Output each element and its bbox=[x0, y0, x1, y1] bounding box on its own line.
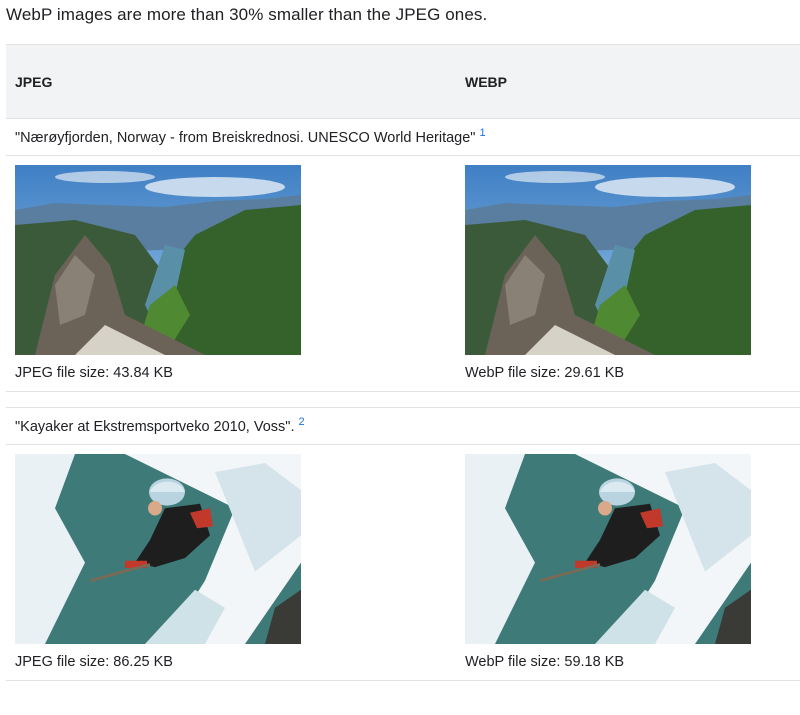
webp-file-size: WebP file size: 59.18 KB bbox=[465, 654, 625, 670]
webp-file-size: WebP file size: 29.61 KB bbox=[465, 365, 625, 381]
footnote-link[interactable]: 1 bbox=[479, 127, 485, 139]
intro-text: WebP images are more than 30% smaller th… bbox=[6, 5, 488, 24]
table-row: JPEG file size: 86.25 KB WebP file size:… bbox=[6, 444, 800, 681]
webp-cell: WebP file size: 59.18 KB bbox=[456, 444, 800, 681]
webp-cell: WebP file size: 29.61 KB bbox=[456, 155, 800, 392]
table-header-row: JPEG WEBP bbox=[6, 44, 800, 119]
caption-text: "Kayaker at Ekstremsportveko 2010, Voss"… bbox=[15, 419, 295, 435]
jpeg-cell: JPEG file size: 86.25 KB bbox=[6, 444, 456, 681]
jpeg-file-size: JPEG file size: 86.25 KB bbox=[15, 654, 173, 670]
caption-text: "Nærøyfjorden, Norway - from Breiskredno… bbox=[15, 130, 476, 146]
table-row: "Kayaker at Ekstremsportveko 2010, Voss"… bbox=[6, 407, 800, 445]
table-row: "Nærøyfjorden, Norway - from Breiskredno… bbox=[6, 118, 800, 156]
kayaker-image-jpeg bbox=[15, 454, 301, 644]
jpeg-cell: JPEG file size: 43.84 KB bbox=[6, 155, 456, 392]
spacer-cell bbox=[6, 392, 800, 408]
fjord-image-webp bbox=[465, 165, 751, 355]
column-header-webp: WEBP bbox=[465, 73, 507, 90]
row-spacer bbox=[6, 392, 800, 408]
kayaker-image-webp bbox=[465, 454, 751, 644]
comparison-table: JPEG WEBP "Nærøyfjorden, Norway - from B… bbox=[6, 44, 800, 681]
jpeg-file-size: JPEG file size: 43.84 KB bbox=[15, 365, 173, 381]
column-header-jpeg: JPEG bbox=[15, 73, 53, 90]
footnote-link[interactable]: 2 bbox=[298, 416, 304, 428]
table-row: JPEG file size: 43.84 KB WebP file size:… bbox=[6, 155, 800, 392]
image-caption: "Kayaker at Ekstremsportveko 2010, Voss"… bbox=[6, 407, 800, 445]
image-caption: "Nærøyfjorden, Norway - from Breiskredno… bbox=[6, 118, 800, 156]
fjord-image-jpeg bbox=[15, 165, 301, 355]
